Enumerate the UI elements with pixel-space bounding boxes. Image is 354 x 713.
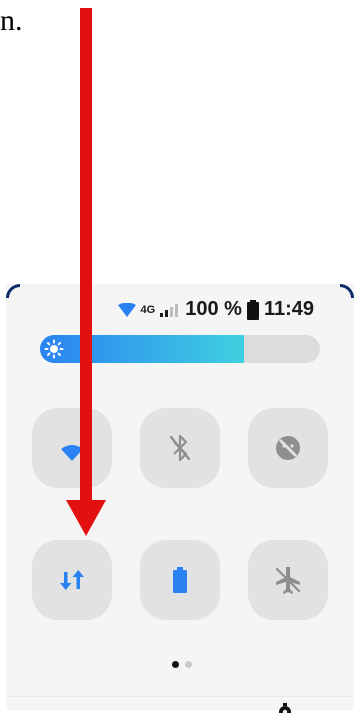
battery-percent: 100 %	[185, 298, 242, 320]
brightness-slider[interactable]	[40, 335, 320, 363]
bluetooth-off-icon	[169, 434, 191, 462]
battery-icon	[246, 299, 259, 320]
settings-gear-icon[interactable]	[276, 703, 294, 713]
brightness-sun-icon	[44, 339, 64, 359]
brightness-slider-fill	[40, 335, 245, 363]
status-time: 11:49	[263, 298, 314, 320]
bottom-divider	[10, 696, 350, 697]
mobile-data-icon	[60, 570, 84, 590]
network-type: 4G	[140, 303, 156, 316]
airplane-icon	[275, 567, 301, 594]
wifi-signal-icon	[117, 302, 136, 317]
annotation-arrow-top-right	[348, 0, 354, 28]
wifi-toggle[interactable]	[32, 408, 112, 488]
page-dot-active	[172, 661, 179, 668]
caption-text: n.	[0, 4, 23, 37]
mobile-data-toggle[interactable]	[32, 540, 112, 620]
wifi-icon	[61, 445, 83, 461]
airplane-mode-toggle[interactable]	[248, 540, 328, 620]
cell-signal-icon	[160, 303, 179, 317]
page-indicator	[172, 661, 192, 668]
page-dot-inactive	[185, 661, 192, 668]
do-not-disturb-icon	[276, 436, 300, 460]
status-bar: 4G 100 % 11:49	[117, 298, 314, 321]
battery-saver-icon	[173, 567, 187, 593]
bluetooth-toggle[interactable]	[140, 408, 220, 488]
battery-saver-toggle[interactable]	[140, 540, 220, 620]
do-not-disturb-toggle[interactable]	[248, 408, 328, 488]
